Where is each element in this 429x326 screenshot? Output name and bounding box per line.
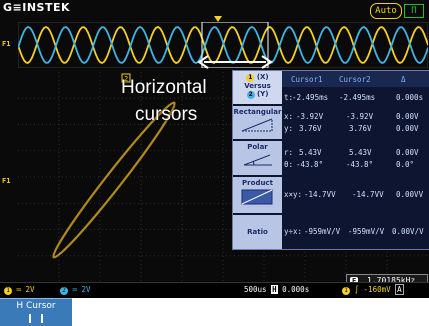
polar-r-label: r: [284,148,294,157]
horizontal-position-value: 0.000s [282,285,310,294]
ratio-cursor2: -959mV/V [348,227,385,236]
polar-r-cursor2: 5.43V [349,148,372,157]
ch1-icon: 1 [246,74,255,82]
rect-y-cursor1: 3.76V [299,124,322,133]
annotation-cursors: cursors [135,104,198,125]
product-delta: 0.00VV [396,190,424,199]
time-delta: 0.000s [396,93,424,102]
versus-x-label: (X) [256,73,269,81]
rect-x-delta: 0.00V [396,112,419,121]
h-cursor-bar-icon [29,314,43,323]
product-label: Product [242,179,273,187]
trigger-indicator: 1 ∫ -160mV A [342,284,404,295]
polar-theta-cursor2: -43.8° [346,160,374,169]
ratio-cursor1: -959mV/V [304,227,341,236]
rising-edge-icon: ∫ [354,285,360,294]
product-cursor1: -14.7VV [304,190,336,199]
rect-x-cursor1: -3.92V [296,112,324,121]
ch1-status-icon: 1 [4,287,12,295]
timebase-value: 500us [244,285,267,294]
trigger-level-value: -160mV [363,285,391,294]
oscilloscope-screen: G≡INSTEK Auto Π F1 F1 2 Horizontal curso… [0,0,429,298]
cursor-measurement-panel: Cursor1 Cursor2 Δ 1 (X) Versus 2 (Y) t: … [232,70,429,250]
rectangular-label: Rectangular [233,108,282,116]
rect-y-cursor2: 3.76V [349,124,372,133]
polar-diagram-icon [243,154,272,166]
product-cursor2: -14.7VV [352,190,384,199]
status-bar: 1 ═ 2V 2 ═ 2V 500us H 0.000s 1 ∫ -160mV … [0,282,429,298]
rect-y-delta: 0.00V [396,124,419,133]
ch2-scale-indicator: 2 ═ 2V [60,285,91,295]
polar-theta-cursor1: -43.8° [296,160,324,169]
polar-label: Polar [247,143,268,151]
polar-section[interactable]: Polar [233,141,282,175]
versus-label: Versus [244,82,271,90]
rectangular-diagram-icon [241,118,272,132]
product-label-cell: x×y: [284,190,303,199]
rect-y-label: y: [284,124,294,133]
ratio-label: Ratio [247,228,268,236]
h-cursor-label: H Cursor [16,301,56,311]
ch2-status-icon: 2 [60,287,68,295]
product-section[interactable]: Product [233,177,282,213]
header-delta: Δ [401,75,406,84]
ratio-label-cell: y÷x: [284,227,303,236]
ch1-scale-value: 2V [25,285,35,294]
product-diagram-icon [241,189,272,205]
h-cursor-softkey[interactable]: H Cursor [0,298,72,326]
time-cursor1: -2.495ms [292,93,329,102]
horizontal-double-arrow-icon [197,55,273,69]
header-cursor1: Cursor1 [291,75,323,84]
auto-mode-badge: Auto [370,3,402,19]
acquisition-mode-icon: A [395,284,404,295]
versus-section[interactable]: 1 (X) Versus 2 (Y) [233,71,282,104]
header-cursor2: Cursor2 [339,75,371,84]
ratio-section[interactable]: Ratio [233,215,282,249]
polar-theta-label: θ: [284,160,294,169]
run-status-icon: Π [404,4,424,18]
rect-x-cursor2: -3.92V [346,112,374,121]
polar-theta-delta: 0.0° [396,160,415,169]
rect-x-label: x: [284,112,294,121]
polar-r-delta: 0.00V [396,148,419,157]
plot-channel-marker: F1 [2,177,11,185]
ratio-delta: 0.00V/V [392,227,424,236]
trigger-channel-icon: 1 [342,287,350,295]
time-cursor2: -2.495ms [339,93,376,102]
versus-y-label: (Y) [256,90,269,98]
ch1-scale-indicator: 1 ═ 2V [4,285,35,295]
rectangular-section[interactable]: Rectangular [233,106,282,139]
horizontal-position-icon: H [271,285,278,294]
ch2-icon: 2 [246,91,255,99]
timebase-indicator: 500us H 0.000s [244,285,309,294]
polar-r-cursor1: 5.43V [299,148,322,157]
ch2-scale-value: 2V [81,285,91,294]
overview-channel-marker: F1 [2,40,11,48]
brand-logo: G≡INSTEK [3,1,71,14]
annotation-horizontal: Horizontal [121,77,207,98]
